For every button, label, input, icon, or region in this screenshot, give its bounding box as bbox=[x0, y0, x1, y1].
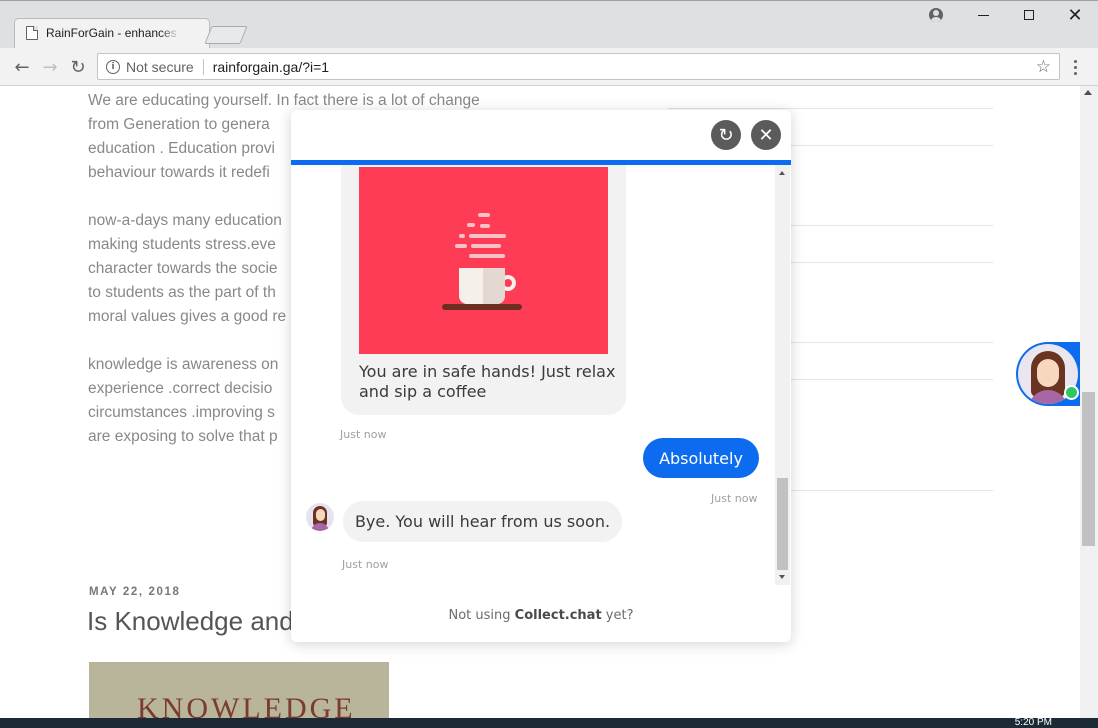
maximize-button[interactable] bbox=[1014, 4, 1044, 26]
browser-menu-icon[interactable] bbox=[1068, 56, 1082, 78]
bot-avatar bbox=[306, 503, 334, 531]
page-icon bbox=[26, 26, 38, 40]
forward-arrow-icon[interactable]: → bbox=[40, 57, 60, 78]
steam-mark bbox=[459, 234, 465, 238]
chat-scroll-up-icon[interactable] bbox=[779, 171, 785, 175]
steam-mark bbox=[469, 234, 506, 238]
chat-window: ↻ ✕ You are in safe hands! Just relax an… bbox=[291, 110, 791, 642]
new-tab-button[interactable] bbox=[204, 26, 248, 44]
page-scrollbar-thumb[interactable] bbox=[1082, 392, 1095, 546]
footer-text: Not using bbox=[448, 608, 515, 623]
browser-toolbar: ← → ↻ i Not secure rainforgain.ga/?i=1 ☆ bbox=[0, 48, 1098, 86]
post-image-text: KNOWLEDGE bbox=[137, 692, 356, 718]
restart-icon[interactable]: ↻ bbox=[711, 120, 741, 150]
url-text[interactable]: rainforgain.ga/?i=1 bbox=[213, 59, 329, 75]
back-arrow-icon[interactable]: ← bbox=[12, 57, 32, 78]
chat-footer[interactable]: Not using Collect.chat yet? bbox=[291, 608, 791, 623]
chat-close-icon[interactable]: ✕ bbox=[751, 120, 781, 150]
url-divider bbox=[202, 58, 204, 75]
address-bar[interactable]: i Not secure rainforgain.ga/?i=1 ☆ bbox=[97, 53, 1060, 80]
coffee-image bbox=[359, 167, 608, 354]
steam-mark bbox=[480, 224, 490, 228]
chat-header: ↻ ✕ bbox=[291, 110, 791, 160]
chat-scrollbar-thumb[interactable] bbox=[777, 478, 788, 570]
steam-mark bbox=[467, 223, 475, 227]
os-taskbar bbox=[0, 718, 1098, 728]
window-close-button[interactable]: ✕ bbox=[1060, 4, 1090, 26]
post-featured-image[interactable]: KNOWLEDGE bbox=[89, 662, 389, 718]
reload-icon[interactable]: ↻ bbox=[68, 57, 88, 78]
saucer bbox=[442, 304, 522, 310]
steam-mark bbox=[471, 244, 501, 248]
message-timestamp: Just now bbox=[342, 558, 389, 571]
browser-tab-content[interactable]: RainForGain - enhances k bbox=[26, 18, 196, 48]
user-reply-bubble: Absolutely bbox=[643, 438, 759, 478]
steam-mark bbox=[455, 244, 467, 248]
scroll-up-arrow-icon[interactable] bbox=[1084, 90, 1092, 95]
bot-message-text: You are in safe hands! Just relax and si… bbox=[359, 362, 616, 401]
chat-messages: You are in safe hands! Just relax and si… bbox=[291, 165, 791, 585]
minimize-button[interactable] bbox=[968, 4, 998, 26]
message-timestamp: Just now bbox=[340, 428, 387, 441]
post-date: MAY 22, 2018 bbox=[89, 586, 181, 598]
sidebar-divider bbox=[668, 108, 993, 109]
profile-icon[interactable] bbox=[926, 4, 946, 26]
footer-text: yet? bbox=[601, 608, 634, 623]
taskbar-clock: 5:20 PM bbox=[1014, 717, 1052, 728]
info-icon[interactable]: i bbox=[106, 59, 120, 74]
screen: RainForGain - enhances k ✕ ← → ↻ i Not s… bbox=[0, 0, 1098, 728]
steam-mark bbox=[478, 213, 490, 217]
bookmark-star-icon[interactable]: ☆ bbox=[1036, 57, 1051, 77]
footer-brand-link[interactable]: Collect.chat bbox=[515, 608, 602, 623]
message-timestamp: Just now bbox=[711, 492, 758, 505]
steam-mark bbox=[469, 254, 505, 258]
post-title-link[interactable]: Is Knowledge and bbox=[87, 606, 294, 637]
chat-scroll-down-icon[interactable] bbox=[779, 575, 785, 579]
cup-shade bbox=[483, 268, 505, 304]
security-label[interactable]: Not secure bbox=[126, 59, 194, 75]
online-status-dot bbox=[1064, 385, 1079, 400]
bot-goodbye-bubble: Bye. You will hear from us soon. bbox=[343, 501, 622, 542]
tab-title: RainForGain - enhances k bbox=[46, 26, 180, 40]
